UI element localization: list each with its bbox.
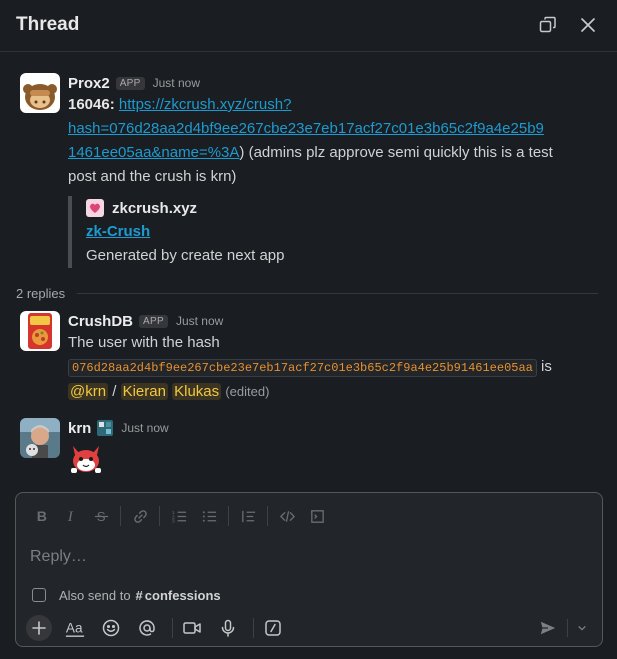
app-badge: APP — [115, 76, 145, 90]
ordered-list-icon[interactable]: 123 — [164, 503, 194, 529]
heart-icon — [86, 199, 104, 217]
send-controls — [533, 615, 592, 641]
divider-line — [77, 292, 598, 294]
italic-icon[interactable]: I — [56, 503, 86, 529]
bulleted-list-icon[interactable] — [194, 503, 224, 529]
also-send-checkbox[interactable] — [32, 588, 46, 602]
avatar[interactable] — [20, 418, 60, 458]
svg-text:I: I — [66, 509, 73, 525]
crush-link-end[interactable]: 1461ee05aa&name=%3A — [68, 144, 239, 161]
replies-divider: 2 replies — [16, 283, 598, 303]
author-name[interactable]: krn — [68, 420, 91, 437]
strikethrough-icon[interactable]: S — [86, 503, 116, 529]
author-name[interactable]: Prox2 — [68, 75, 110, 92]
channel-name: confessions — [144, 587, 221, 603]
name-highlight-last: Klukas — [172, 383, 222, 400]
text-format-icon[interactable]: Aa — [60, 613, 90, 643]
timestamp[interactable]: Just now — [153, 76, 200, 90]
slash-command-icon[interactable] — [258, 613, 288, 643]
cat-emoji-icon — [68, 440, 104, 476]
svg-text:3: 3 — [171, 518, 174, 524]
unfurl-site-name: zkcrush.xyz — [112, 199, 198, 217]
emoji-icon[interactable] — [96, 613, 126, 643]
message-text: 16046: https://zkcrush.xyz/crush? hash=0… — [68, 93, 608, 189]
send-separator — [567, 619, 568, 637]
message-number: 16046: — [68, 96, 115, 113]
app-badge: APP — [139, 314, 168, 328]
author-name[interactable]: CrushDB — [68, 313, 133, 330]
is-text: is — [541, 358, 552, 375]
popout-icon[interactable] — [537, 14, 559, 36]
video-icon[interactable] — [177, 613, 207, 643]
composer-actions: Aa — [26, 613, 294, 643]
status-emoji-icon[interactable] — [97, 420, 114, 436]
reply-input[interactable] — [30, 543, 590, 571]
toolbar-separator — [253, 618, 254, 638]
also-send-option: Also send to # confessions — [32, 585, 221, 605]
toolbar-separator — [172, 618, 173, 638]
message-text-after: ) (admins plz approve semi quickly this … — [239, 144, 553, 161]
message-text: The user with the hash — [68, 334, 220, 351]
bold-icon[interactable]: B — [26, 503, 56, 529]
link-icon[interactable] — [125, 503, 155, 529]
code-icon[interactable] — [272, 503, 302, 529]
unfurl-title-link[interactable]: zk-Crush — [86, 220, 468, 244]
mention-icon[interactable] — [132, 613, 162, 643]
avatar[interactable] — [20, 73, 60, 113]
replies-count: 2 replies — [16, 285, 66, 301]
user-mention[interactable]: @krn — [68, 383, 109, 400]
thread-header: Thread — [0, 0, 617, 52]
link-unfurl: zkcrush.xyz zk-Crush Generated by create… — [68, 196, 468, 268]
hash-icon: # — [135, 587, 143, 603]
thread-title: Thread — [16, 14, 80, 35]
toolbar-separator — [120, 506, 121, 526]
microphone-icon[interactable] — [213, 613, 243, 643]
unfurl-description: Generated by create next app — [86, 247, 285, 264]
timestamp[interactable]: Just now — [121, 421, 168, 435]
message-text-line4: post and the crush is krn) — [68, 168, 237, 185]
slash-text: / — [112, 383, 117, 400]
toolbar-separator — [159, 506, 160, 526]
toolbar-separator — [228, 506, 229, 526]
formatting-toolbar: B I S 123 — [26, 503, 332, 529]
toolbar-separator — [267, 506, 268, 526]
plus-icon[interactable] — [26, 615, 52, 641]
hash-code: 076d28aa2d4bf9ee267cbe23e7eb17acf27c01e3… — [68, 359, 537, 377]
also-send-label: Also send to — [59, 587, 131, 603]
chevron-down-icon[interactable] — [572, 615, 592, 641]
timestamp[interactable]: Just now — [176, 314, 223, 328]
crush-link[interactable]: https://zkcrush.xyz/crush? — [119, 96, 292, 113]
blockquote-icon[interactable] — [233, 503, 263, 529]
svg-text:Aa: Aa — [66, 621, 83, 636]
edited-label: (edited) — [225, 384, 270, 399]
svg-text:B: B — [36, 509, 46, 525]
crush-link-cont[interactable]: hash=076d28aa2d4bf9ee267cbe23e7eb17acf27… — [68, 120, 544, 137]
code-block-icon[interactable] — [302, 503, 332, 529]
avatar[interactable] — [20, 311, 60, 351]
reply-composer: B I S 123 Also send to — [15, 492, 603, 647]
send-icon[interactable] — [533, 615, 563, 641]
name-highlight-first: Kieran — [120, 383, 168, 400]
close-icon[interactable] — [577, 14, 599, 36]
